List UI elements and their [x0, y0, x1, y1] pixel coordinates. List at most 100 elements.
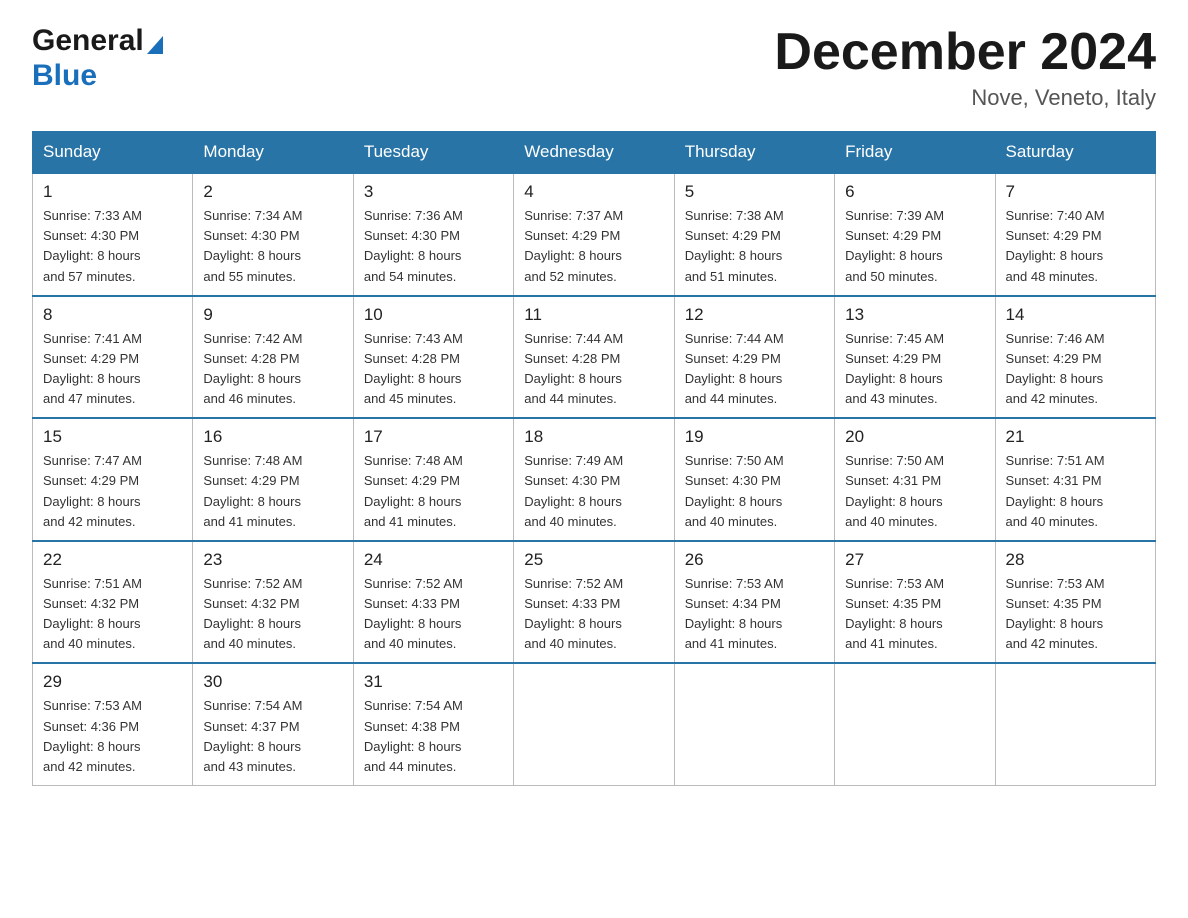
day-info: Sunrise: 7:53 AM Sunset: 4:36 PM Dayligh…: [43, 696, 182, 777]
day-number: 30: [203, 672, 342, 692]
calendar-cell: 19 Sunrise: 7:50 AM Sunset: 4:30 PM Dayl…: [674, 418, 834, 541]
day-number: 21: [1006, 427, 1145, 447]
calendar-cell: 20 Sunrise: 7:50 AM Sunset: 4:31 PM Dayl…: [835, 418, 995, 541]
calendar-cell: 13 Sunrise: 7:45 AM Sunset: 4:29 PM Dayl…: [835, 296, 995, 419]
day-info: Sunrise: 7:52 AM Sunset: 4:33 PM Dayligh…: [364, 574, 503, 655]
calendar-cell: 2 Sunrise: 7:34 AM Sunset: 4:30 PM Dayli…: [193, 173, 353, 296]
calendar-cell: 23 Sunrise: 7:52 AM Sunset: 4:32 PM Dayl…: [193, 541, 353, 664]
day-info: Sunrise: 7:40 AM Sunset: 4:29 PM Dayligh…: [1006, 206, 1145, 287]
day-number: 16: [203, 427, 342, 447]
calendar-cell: 9 Sunrise: 7:42 AM Sunset: 4:28 PM Dayli…: [193, 296, 353, 419]
day-info: Sunrise: 7:50 AM Sunset: 4:30 PM Dayligh…: [685, 451, 824, 532]
day-info: Sunrise: 7:54 AM Sunset: 4:38 PM Dayligh…: [364, 696, 503, 777]
calendar-cell: 26 Sunrise: 7:53 AM Sunset: 4:34 PM Dayl…: [674, 541, 834, 664]
col-thursday: Thursday: [674, 132, 834, 174]
day-info: Sunrise: 7:50 AM Sunset: 4:31 PM Dayligh…: [845, 451, 984, 532]
day-info: Sunrise: 7:33 AM Sunset: 4:30 PM Dayligh…: [43, 206, 182, 287]
calendar-cell: [514, 663, 674, 785]
calendar-cell: 12 Sunrise: 7:44 AM Sunset: 4:29 PM Dayl…: [674, 296, 834, 419]
day-info: Sunrise: 7:53 AM Sunset: 4:34 PM Dayligh…: [685, 574, 824, 655]
calendar-week-row: 15 Sunrise: 7:47 AM Sunset: 4:29 PM Dayl…: [33, 418, 1156, 541]
day-number: 28: [1006, 550, 1145, 570]
calendar-cell: 28 Sunrise: 7:53 AM Sunset: 4:35 PM Dayl…: [995, 541, 1155, 664]
day-info: Sunrise: 7:47 AM Sunset: 4:29 PM Dayligh…: [43, 451, 182, 532]
calendar-cell: 31 Sunrise: 7:54 AM Sunset: 4:38 PM Dayl…: [353, 663, 513, 785]
day-number: 10: [364, 305, 503, 325]
day-info: Sunrise: 7:43 AM Sunset: 4:28 PM Dayligh…: [364, 329, 503, 410]
calendar-cell: 7 Sunrise: 7:40 AM Sunset: 4:29 PM Dayli…: [995, 173, 1155, 296]
logo-general-text: General: [32, 24, 144, 57]
day-number: 31: [364, 672, 503, 692]
calendar-cell: 15 Sunrise: 7:47 AM Sunset: 4:29 PM Dayl…: [33, 418, 193, 541]
day-number: 23: [203, 550, 342, 570]
calendar-cell: 10 Sunrise: 7:43 AM Sunset: 4:28 PM Dayl…: [353, 296, 513, 419]
day-info: Sunrise: 7:38 AM Sunset: 4:29 PM Dayligh…: [685, 206, 824, 287]
calendar-week-row: 8 Sunrise: 7:41 AM Sunset: 4:29 PM Dayli…: [33, 296, 1156, 419]
calendar-cell: 21 Sunrise: 7:51 AM Sunset: 4:31 PM Dayl…: [995, 418, 1155, 541]
day-number: 22: [43, 550, 182, 570]
day-number: 12: [685, 305, 824, 325]
day-number: 29: [43, 672, 182, 692]
day-info: Sunrise: 7:53 AM Sunset: 4:35 PM Dayligh…: [845, 574, 984, 655]
day-number: 19: [685, 427, 824, 447]
calendar-cell: 5 Sunrise: 7:38 AM Sunset: 4:29 PM Dayli…: [674, 173, 834, 296]
day-info: Sunrise: 7:39 AM Sunset: 4:29 PM Dayligh…: [845, 206, 984, 287]
day-info: Sunrise: 7:44 AM Sunset: 4:28 PM Dayligh…: [524, 329, 663, 410]
day-info: Sunrise: 7:42 AM Sunset: 4:28 PM Dayligh…: [203, 329, 342, 410]
calendar-cell: 8 Sunrise: 7:41 AM Sunset: 4:29 PM Dayli…: [33, 296, 193, 419]
day-number: 5: [685, 182, 824, 202]
calendar-cell: 14 Sunrise: 7:46 AM Sunset: 4:29 PM Dayl…: [995, 296, 1155, 419]
day-info: Sunrise: 7:52 AM Sunset: 4:32 PM Dayligh…: [203, 574, 342, 655]
day-info: Sunrise: 7:41 AM Sunset: 4:29 PM Dayligh…: [43, 329, 182, 410]
day-number: 14: [1006, 305, 1145, 325]
location: Nove, Veneto, Italy: [774, 85, 1156, 111]
day-number: 1: [43, 182, 182, 202]
month-title: December 2024: [774, 24, 1156, 81]
calendar-cell: [835, 663, 995, 785]
calendar-cell: 4 Sunrise: 7:37 AM Sunset: 4:29 PM Dayli…: [514, 173, 674, 296]
day-info: Sunrise: 7:48 AM Sunset: 4:29 PM Dayligh…: [364, 451, 503, 532]
col-saturday: Saturday: [995, 132, 1155, 174]
day-number: 20: [845, 427, 984, 447]
title-section: December 2024 Nove, Veneto, Italy: [774, 24, 1156, 111]
day-info: Sunrise: 7:51 AM Sunset: 4:32 PM Dayligh…: [43, 574, 182, 655]
day-info: Sunrise: 7:37 AM Sunset: 4:29 PM Dayligh…: [524, 206, 663, 287]
calendar-cell: 16 Sunrise: 7:48 AM Sunset: 4:29 PM Dayl…: [193, 418, 353, 541]
calendar-cell: 27 Sunrise: 7:53 AM Sunset: 4:35 PM Dayl…: [835, 541, 995, 664]
calendar-cell: 3 Sunrise: 7:36 AM Sunset: 4:30 PM Dayli…: [353, 173, 513, 296]
calendar-cell: [674, 663, 834, 785]
day-info: Sunrise: 7:51 AM Sunset: 4:31 PM Dayligh…: [1006, 451, 1145, 532]
col-tuesday: Tuesday: [353, 132, 513, 174]
day-info: Sunrise: 7:34 AM Sunset: 4:30 PM Dayligh…: [203, 206, 342, 287]
col-wednesday: Wednesday: [514, 132, 674, 174]
day-info: Sunrise: 7:54 AM Sunset: 4:37 PM Dayligh…: [203, 696, 342, 777]
day-number: 13: [845, 305, 984, 325]
day-number: 2: [203, 182, 342, 202]
day-number: 4: [524, 182, 663, 202]
day-number: 24: [364, 550, 503, 570]
day-number: 11: [524, 305, 663, 325]
calendar-cell: 22 Sunrise: 7:51 AM Sunset: 4:32 PM Dayl…: [33, 541, 193, 664]
calendar-week-row: 29 Sunrise: 7:53 AM Sunset: 4:36 PM Dayl…: [33, 663, 1156, 785]
calendar-week-row: 22 Sunrise: 7:51 AM Sunset: 4:32 PM Dayl…: [33, 541, 1156, 664]
calendar-cell: 29 Sunrise: 7:53 AM Sunset: 4:36 PM Dayl…: [33, 663, 193, 785]
calendar-cell: 18 Sunrise: 7:49 AM Sunset: 4:30 PM Dayl…: [514, 418, 674, 541]
logo-blue-text: Blue: [32, 59, 97, 92]
day-info: Sunrise: 7:53 AM Sunset: 4:35 PM Dayligh…: [1006, 574, 1145, 655]
day-info: Sunrise: 7:46 AM Sunset: 4:29 PM Dayligh…: [1006, 329, 1145, 410]
day-info: Sunrise: 7:52 AM Sunset: 4:33 PM Dayligh…: [524, 574, 663, 655]
calendar-week-row: 1 Sunrise: 7:33 AM Sunset: 4:30 PM Dayli…: [33, 173, 1156, 296]
day-info: Sunrise: 7:44 AM Sunset: 4:29 PM Dayligh…: [685, 329, 824, 410]
page-header: General Blue December 2024 Nove, Veneto,…: [32, 24, 1156, 111]
day-number: 8: [43, 305, 182, 325]
day-number: 26: [685, 550, 824, 570]
day-number: 18: [524, 427, 663, 447]
logo-triangle-icon: [147, 36, 163, 54]
calendar-cell: 30 Sunrise: 7:54 AM Sunset: 4:37 PM Dayl…: [193, 663, 353, 785]
day-info: Sunrise: 7:49 AM Sunset: 4:30 PM Dayligh…: [524, 451, 663, 532]
day-number: 27: [845, 550, 984, 570]
day-number: 17: [364, 427, 503, 447]
calendar-cell: 11 Sunrise: 7:44 AM Sunset: 4:28 PM Dayl…: [514, 296, 674, 419]
calendar-cell: 1 Sunrise: 7:33 AM Sunset: 4:30 PM Dayli…: [33, 173, 193, 296]
day-number: 15: [43, 427, 182, 447]
